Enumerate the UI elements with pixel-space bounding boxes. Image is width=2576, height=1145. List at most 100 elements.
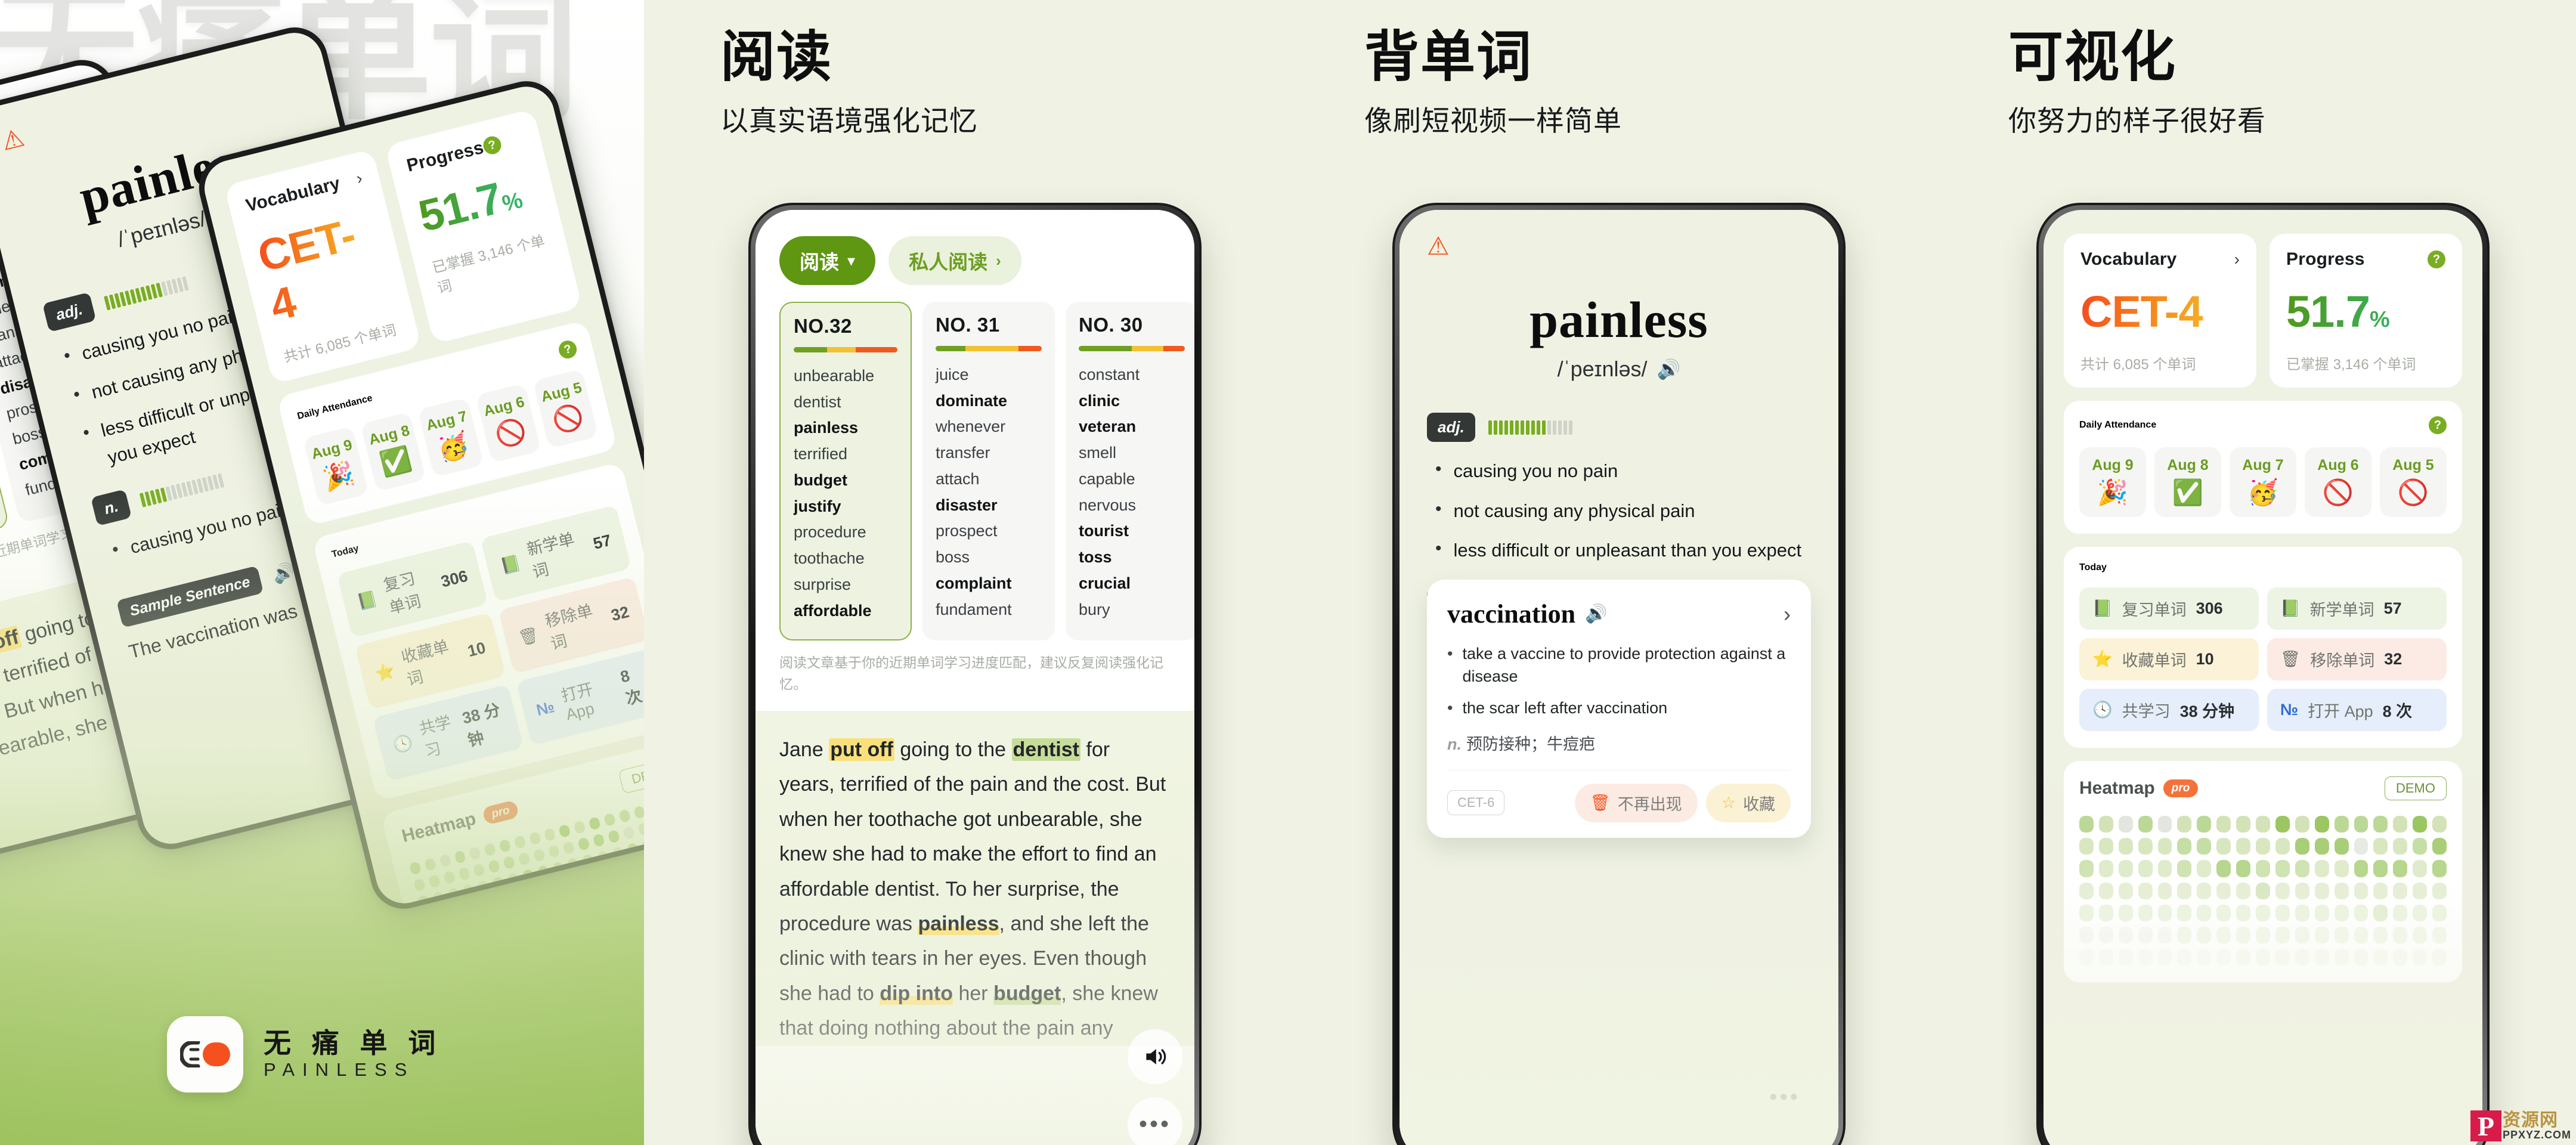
tab-read[interactable]: 阅读 ▾ [779,236,876,285]
favorite-word-label: 收藏 [1743,795,1775,813]
heatmap-cell [571,874,584,888]
attendance-day[interactable]: Aug 5 🚫 [2380,447,2447,517]
progress-unit: % [2370,307,2389,332]
word-item: clinic [1079,391,1120,410]
word-card[interactable]: NO. 30 constant clinic veteran smell capable n… [1066,302,1194,641]
today-stat-label: 新学单词 [2309,601,2374,619]
remove-word-button[interactable]: 🗑 不再出现 [1574,783,1698,822]
chevron-right-icon[interactable]: › [2234,250,2240,269]
chevron-down-icon: ▾ [847,252,856,270]
attendance-day[interactable]: Aug 8 ✅ [2154,447,2221,517]
demo-badge: DEMO [618,756,644,794]
heatmap-cell [2098,882,2113,899]
attendance-day[interactable]: Aug 6 🚫 [2305,447,2371,517]
today-stat-item[interactable]: 🕓 共学习 38 分钟 [2079,689,2259,731]
attendance-row: Aug 9 🎉 Aug 8 ✅ Aug 7 🥳 Aug 6 🚫 Aug 5 🚫 [2079,447,2447,517]
today-stat-value: 38 分钟 [460,701,502,750]
heatmap-cell [609,900,622,909]
heatmap-cell [558,824,571,838]
hero-progress-title: Progress [404,137,486,176]
vocabulary-card[interactable]: Vocabulary › CET-4 共计 6,085 个单词 [2064,234,2256,388]
panel-reading-head: 阅读 以真实语境强化记忆 [644,28,1288,139]
hero-progress-footer: 已掌握 3,146 个单词 [431,233,547,297]
heatmap-cell [2432,882,2447,899]
word-card[interactable]: NO. 31 juice dominate whenever transfer attac… [922,302,1055,641]
heatmap-cell [639,892,644,907]
heatmap-cell [2157,882,2172,899]
heatmap-cell [2393,927,2408,944]
heatmap-cell [532,848,546,862]
heatmap-cell [2295,927,2309,944]
today-stat-item[interactable]: 📗 新学单词 57 [2267,587,2447,630]
star-icon: ⭐ [2092,650,2113,668]
today-stat-item[interactable]: 🗑 移除单词 32 [2267,638,2447,680]
heatmap-cell [2236,860,2251,877]
heatmap-cell [466,900,479,909]
today-stat-item[interactable]: ⭐ 收藏单词 10 [2079,638,2259,680]
brand-name-cn: 无 痛 单 词 [264,1028,442,1059]
warning-triangle-icon[interactable]: ⚠ [1427,210,1811,259]
today-stat-item[interactable]: № 打开 App 8 次 [2267,689,2447,731]
ellipsis-icon[interactable]: ••• [1769,1085,1800,1110]
heatmap-cell [432,890,445,905]
heatmap-cell [586,870,599,884]
attendance-day[interactable]: Aug 9 🎉 [2079,447,2146,517]
favorite-word-button[interactable]: ☆ 收藏 [1705,783,1791,822]
attendance-day[interactable]: Aug 9 🎉 [302,426,369,506]
heatmap-cell [2373,927,2388,944]
heatmap-cell [2256,949,2270,966]
heatmap-cell [2177,904,2192,922]
word-card-progress-bar [1079,346,1185,351]
heatmap-cell [507,872,520,886]
today-stat-value: 38 分钟 [2179,703,2235,720]
heatmap-cell [2216,904,2231,922]
word-item: attach [936,469,980,488]
word-popup-card[interactable]: vaccination 🔊 › take a vaccine to provid… [1427,580,1811,838]
trash-icon: 🗑 [1590,794,1611,812]
speaker-icon[interactable] [1128,1029,1182,1084]
word-card-row: NO.32 unbearable dentist painless terrified b… [756,285,1194,641]
attendance-day[interactable]: Aug 7 🥳 [417,397,484,478]
demo-badge[interactable]: DEMO [2385,776,2447,800]
progress-card[interactable]: Progress ? 51.7% 已掌握 3,146 个单词 [2270,234,2462,388]
word-card[interactable]: NO.32 unbearable dentist painless terrified b… [779,302,912,641]
heatmap-cell [2256,838,2270,855]
heatmap-cell [2393,860,2408,877]
today-stat-item[interactable]: 📗 复习单词 306 [2079,587,2259,630]
heatmap-cell [618,809,631,823]
heatmap-cell [588,816,601,831]
word-item: transfer [936,444,990,462]
heatmap-cell [2373,860,2388,877]
trash-icon: 🗑 [2280,650,2301,668]
attendance-status-icon: ✅ [2172,478,2204,506]
heatmap-cell [2098,860,2113,877]
question-icon[interactable]: ? [2429,416,2447,434]
chevron-right-icon[interactable]: › [1784,602,1791,627]
question-icon[interactable]: ? [2428,250,2445,268]
article-body: Jane put off going to the dentist for ye… [779,738,1166,1040]
ellipsis-icon[interactable]: ••• [1128,1097,1182,1145]
attendance-status-icon: 🚫 [492,415,530,451]
heatmap-cell [2177,838,2192,855]
panel-word: 背单词 像刷短视频一样简单 ⚠ painless /ˈpeɪnləs/ 🔊 ad… [1288,0,1932,1145]
heatmap-cell [2334,904,2349,922]
tab-private-read[interactable]: 私人阅读 › [888,236,1021,285]
book-icon: 📗 [499,553,523,576]
today-stat-value: 32 [2384,650,2402,668]
heatmap-cell [2118,882,2133,899]
heatmap-cell [451,903,464,909]
heatmap-cell [2334,838,2349,855]
attendance-day[interactable]: Aug 7 🥳 [2230,447,2296,517]
heatmap-cell [596,850,609,864]
trash-icon: 🗑 [516,625,541,648]
heatmap-cell [2236,927,2251,944]
heatmap-cell [2373,838,2388,855]
attendance-day[interactable]: Aug 8 ✅ [360,411,427,492]
attendance-date: Aug 5 [2392,457,2434,474]
hero-vocab-title: Vocabulary [243,173,342,216]
speaker-icon[interactable]: 🔊 [1585,604,1607,624]
attendance-day[interactable]: Aug 6 🚫 [475,383,541,463]
attendance-day[interactable]: Aug 5 🚫 [532,369,599,449]
watermark-logo: P [2470,1110,2501,1141]
speaker-icon[interactable]: 🔊 [1657,358,1681,380]
